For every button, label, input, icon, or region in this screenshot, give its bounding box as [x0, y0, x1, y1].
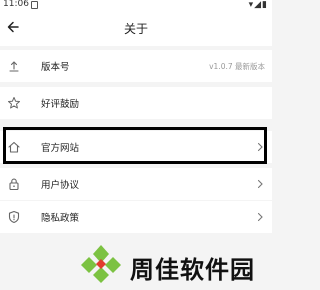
settings-item-user-agreement[interactable]: 用户协议	[0, 168, 272, 200]
watermark-text: 周佳软件园	[130, 256, 255, 284]
settings-item-rate[interactable]: 好评鼓励	[0, 87, 272, 119]
shield-icon	[8, 210, 20, 224]
status-icons: ▾◢▮	[248, 0, 268, 10]
chevron-right-icon	[257, 179, 263, 189]
settings-item-label: 用户协议	[41, 180, 80, 191]
watermark: 周佳软件园	[0, 238, 272, 290]
home-icon	[8, 141, 20, 153]
upload-icon	[9, 61, 19, 72]
settings-item-version[interactable]: 版本号 v1.0.7 最新版本	[0, 50, 272, 82]
notification-app-icon	[31, 1, 38, 9]
page-title: 关于	[123, 22, 148, 36]
chevron-right-icon	[257, 142, 263, 152]
status-bar: 11:06 ▾◢▮	[0, 0, 272, 12]
settings-item-website[interactable]: 官方网站	[0, 131, 272, 163]
version-value: v1.0.7 最新版本	[209, 62, 265, 71]
settings-item-privacy-policy[interactable]: 隐私政策	[0, 201, 272, 233]
app-bar: 关于	[0, 12, 272, 46]
lock-icon	[9, 178, 19, 191]
settings-item-label: 隐私政策	[41, 213, 80, 224]
settings-item-label: 官方网站	[41, 143, 80, 154]
watermark-logo-icon	[81, 245, 121, 283]
settings-item-label: 好评鼓励	[41, 99, 80, 110]
settings-item-label: 版本号	[41, 62, 70, 73]
chevron-right-icon	[257, 212, 263, 222]
status-time: 11:06	[3, 0, 29, 9]
star-icon	[8, 97, 20, 109]
